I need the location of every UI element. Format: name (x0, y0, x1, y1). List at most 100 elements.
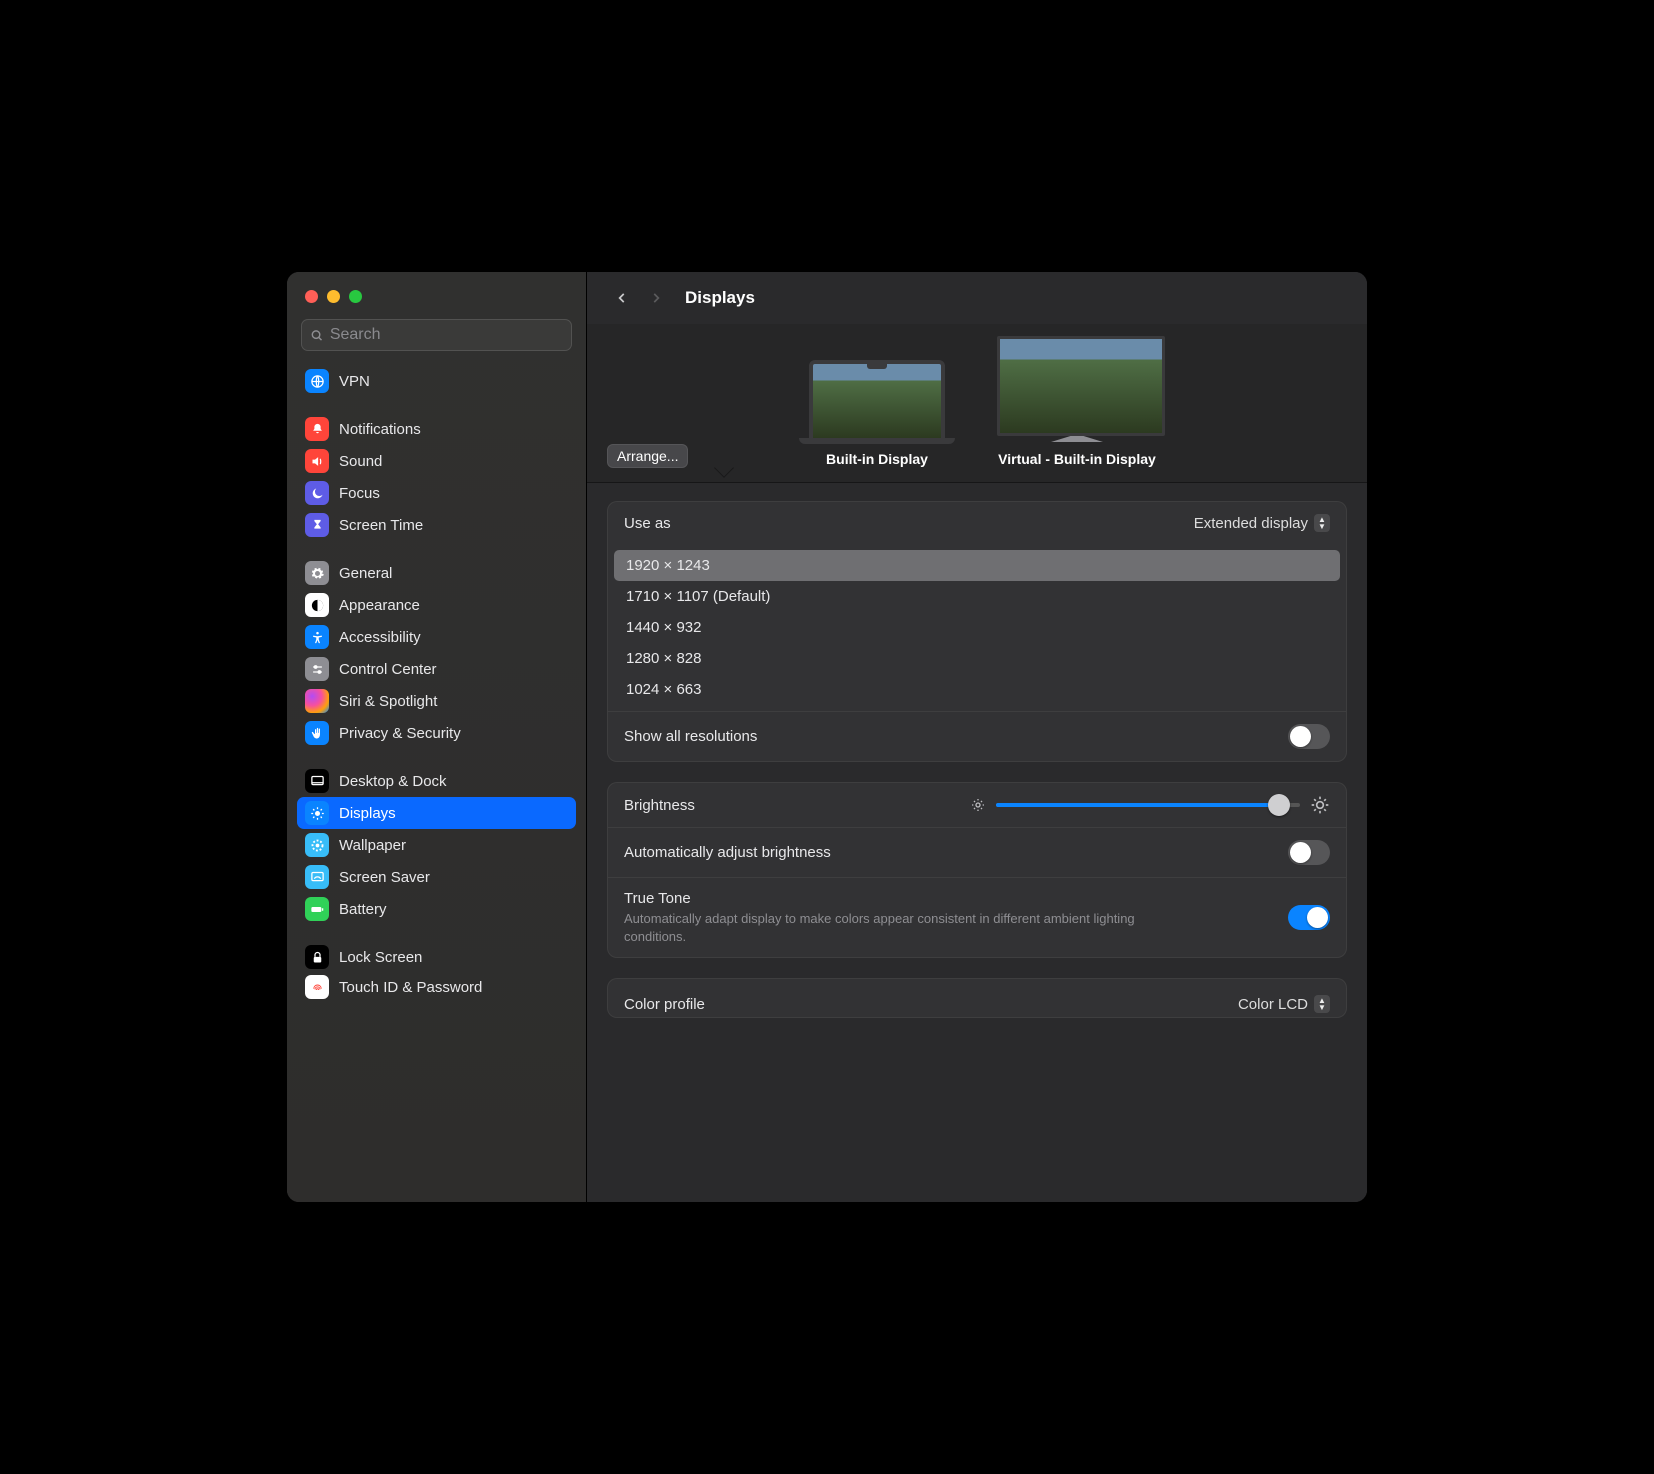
main-pane: Displays Arrange... Built-in Display Vir… (587, 272, 1367, 1202)
display-card-virtual[interactable]: Virtual - Built-in Display (997, 336, 1157, 468)
sidebar-item-notifications[interactable]: Notifications (297, 413, 576, 445)
sidebar-item-battery[interactable]: Battery (297, 893, 576, 925)
brightness-panel: Brightness Automatically ad (607, 782, 1347, 958)
auto-brightness-toggle[interactable] (1288, 840, 1330, 865)
arrange-button[interactable]: Arrange... (607, 444, 688, 468)
resolution-option[interactable]: 1710 × 1107 (Default) (614, 581, 1340, 612)
hourglass-icon (305, 513, 329, 537)
dropdown-value: Color LCD (1238, 996, 1308, 1013)
sidebar-item-control-center[interactable]: Control Center (297, 653, 576, 685)
sidebar-item-screen-time[interactable]: Screen Time (297, 509, 576, 541)
system-settings-window: VPN Notifications Sound (287, 272, 1367, 1202)
search-icon (310, 328, 324, 343)
color-profile-panel: Color profile Color LCD ▲▼ (607, 978, 1347, 1018)
resolution-option[interactable]: 1280 × 828 (614, 643, 1340, 674)
use-as-label: Use as (624, 515, 671, 532)
appearance-icon (305, 593, 329, 617)
moon-icon (305, 481, 329, 505)
sidebar-item-lock-screen[interactable]: Lock Screen (297, 941, 576, 973)
page-title: Displays (685, 288, 755, 308)
sidebar-item-label: Displays (339, 805, 396, 822)
sidebar-item-sound[interactable]: Sound (297, 445, 576, 477)
display-label: Built-in Display (797, 450, 957, 468)
close-icon[interactable] (305, 290, 318, 303)
fingerprint-icon (305, 975, 329, 999)
battery-icon (305, 897, 329, 921)
sidebar-item-appearance[interactable]: Appearance (297, 589, 576, 621)
sidebar-item-displays[interactable]: Displays (297, 797, 576, 829)
gear-icon (305, 561, 329, 585)
sidebar-item-privacy[interactable]: Privacy & Security (297, 717, 576, 749)
sliders-icon (305, 657, 329, 681)
sidebar-item-label: Notifications (339, 421, 421, 438)
chevron-updown-icon: ▲▼ (1314, 514, 1330, 532)
search-input[interactable] (301, 319, 572, 351)
sidebar-item-desktop-dock[interactable]: Desktop & Dock (297, 765, 576, 797)
sidebar-item-label: Wallpaper (339, 837, 406, 854)
zoom-icon[interactable] (349, 290, 362, 303)
show-all-resolutions-toggle[interactable] (1288, 724, 1330, 749)
flower-icon (305, 833, 329, 857)
sidebar-item-wallpaper[interactable]: Wallpaper (297, 829, 576, 861)
dock-icon (305, 769, 329, 793)
sidebar: VPN Notifications Sound (287, 272, 587, 1202)
sidebar-item-label: Desktop & Dock (339, 773, 447, 790)
use-as-dropdown[interactable]: Extended display ▲▼ (1194, 514, 1330, 532)
lock-icon (305, 945, 329, 969)
sidebar-item-general[interactable]: General (297, 557, 576, 589)
speaker-icon (305, 449, 329, 473)
display-label: Virtual - Built-in Display (997, 450, 1157, 468)
resolution-option[interactable]: 1024 × 663 (614, 674, 1340, 705)
brightness-slider[interactable] (996, 803, 1300, 807)
titlebar: Displays (587, 272, 1367, 324)
sidebar-item-label: Accessibility (339, 629, 421, 646)
settings-scroll[interactable]: Use as Extended display ▲▼ 1920 × 124317… (587, 483, 1367, 1202)
sidebar-item-label: Sound (339, 453, 382, 470)
bell-icon (305, 417, 329, 441)
sidebar-item-screen-saver[interactable]: Screen Saver (297, 861, 576, 893)
sidebar-item-label: General (339, 565, 392, 582)
display-card-builtin[interactable]: Built-in Display (797, 360, 957, 468)
sidebar-item-label: Touch ID & Password (339, 979, 482, 996)
resolution-option[interactable]: 1440 × 932 (614, 612, 1340, 643)
sidebar-item-label: Appearance (339, 597, 420, 614)
laptop-thumbnail-icon (809, 360, 945, 442)
sidebar-item-focus[interactable]: Focus (297, 477, 576, 509)
sidebar-list: VPN Notifications Sound (287, 359, 586, 1202)
minimize-icon[interactable] (327, 290, 340, 303)
sidebar-item-touchid[interactable]: Touch ID & Password (297, 973, 576, 1001)
back-button[interactable] (611, 285, 633, 311)
monitor-thumbnail-icon (997, 336, 1165, 436)
true-tone-label: True Tone (624, 890, 1164, 907)
chevron-updown-icon: ▲▼ (1314, 995, 1330, 1013)
sidebar-item-label: Screen Saver (339, 869, 430, 886)
sidebar-item-siri[interactable]: Siri & Spotlight (297, 685, 576, 717)
dropdown-value: Extended display (1194, 515, 1308, 532)
displays-strip: Arrange... Built-in Display Virtual - Bu… (587, 324, 1367, 483)
show-all-resolutions-label: Show all resolutions (624, 728, 757, 745)
auto-brightness-label: Automatically adjust brightness (624, 844, 831, 861)
sun-big-icon (1310, 795, 1330, 815)
sun-icon (305, 801, 329, 825)
forward-button (645, 285, 667, 311)
accessibility-icon (305, 625, 329, 649)
screensaver-icon (305, 865, 329, 889)
sidebar-item-label: Lock Screen (339, 949, 422, 966)
sidebar-item-label: VPN (339, 373, 370, 390)
siri-icon (305, 689, 329, 713)
sun-small-icon (970, 797, 986, 813)
sidebar-item-accessibility[interactable]: Accessibility (297, 621, 576, 653)
chevron-right-icon (649, 289, 663, 307)
globe-icon (305, 369, 329, 393)
chevron-left-icon (615, 289, 629, 307)
resolution-option[interactable]: 1920 × 1243 (614, 550, 1340, 581)
window-controls (287, 284, 586, 319)
color-profile-label: Color profile (624, 996, 705, 1013)
true-tone-toggle[interactable] (1288, 905, 1330, 930)
resolution-list: 1920 × 12431710 × 1107 (Default)1440 × 9… (608, 544, 1346, 711)
sidebar-item-label: Battery (339, 901, 387, 918)
sidebar-item-label: Screen Time (339, 517, 423, 534)
sidebar-item-label: Privacy & Security (339, 725, 461, 742)
sidebar-item-vpn[interactable]: VPN (297, 365, 576, 397)
color-profile-dropdown[interactable]: Color LCD ▲▼ (1238, 995, 1330, 1013)
